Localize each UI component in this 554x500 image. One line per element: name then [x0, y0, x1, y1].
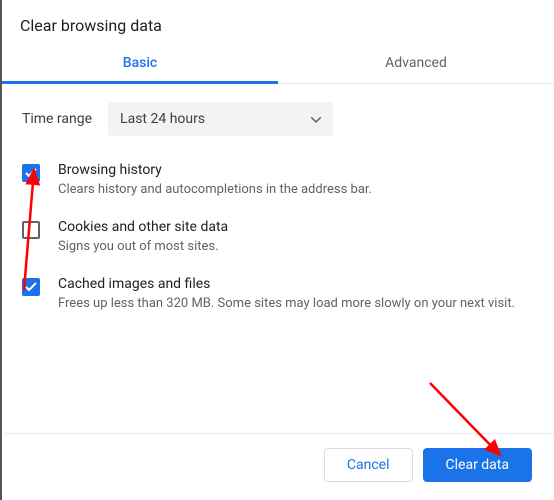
checkbox-cache[interactable] [22, 278, 40, 296]
button-label: Cancel [347, 457, 390, 473]
tab-basic[interactable]: Basic [2, 43, 278, 83]
tab-label: Advanced [385, 55, 447, 71]
option-text: Browsing history Clears history and auto… [58, 162, 534, 199]
tab-bar: Basic Advanced [2, 43, 554, 84]
tab-label: Basic [123, 55, 157, 71]
option-text: Cookies and other site data Signs you ou… [58, 219, 534, 256]
option-description: Clears history and autocompletions in th… [58, 181, 534, 199]
time-range-value: Last 24 hours [120, 111, 205, 127]
option-description: Signs you out of most sites. [58, 238, 534, 256]
chevron-down-icon [311, 111, 321, 127]
checkbox-browsing-history[interactable] [22, 164, 40, 182]
checkbox-cookies[interactable] [22, 221, 40, 239]
option-title: Browsing history [58, 162, 534, 178]
cancel-button[interactable]: Cancel [324, 448, 413, 482]
option-title: Cookies and other site data [58, 219, 534, 235]
options-list: Browsing history Clears history and auto… [2, 152, 554, 324]
option-browsing-history: Browsing history Clears history and auto… [22, 152, 534, 209]
dialog-footer: Cancel Clear data [4, 433, 554, 500]
clear-browsing-data-dialog: Clear browsing data Basic Advanced Time … [0, 0, 554, 500]
option-title: Cached images and files [58, 276, 534, 292]
time-range-label: Time range [22, 111, 92, 127]
option-description: Frees up less than 320 MB. Some sites ma… [58, 295, 534, 313]
option-cache: Cached images and files Frees up less th… [22, 266, 534, 323]
dialog-title: Clear browsing data [2, 0, 554, 43]
clear-data-button[interactable]: Clear data [423, 448, 532, 482]
tab-advanced[interactable]: Advanced [278, 43, 554, 83]
time-range-select[interactable]: Last 24 hours [108, 102, 333, 136]
option-cookies: Cookies and other site data Signs you ou… [22, 209, 534, 266]
time-range-row: Time range Last 24 hours [2, 84, 554, 152]
option-text: Cached images and files Frees up less th… [58, 276, 534, 313]
button-label: Clear data [446, 457, 509, 473]
